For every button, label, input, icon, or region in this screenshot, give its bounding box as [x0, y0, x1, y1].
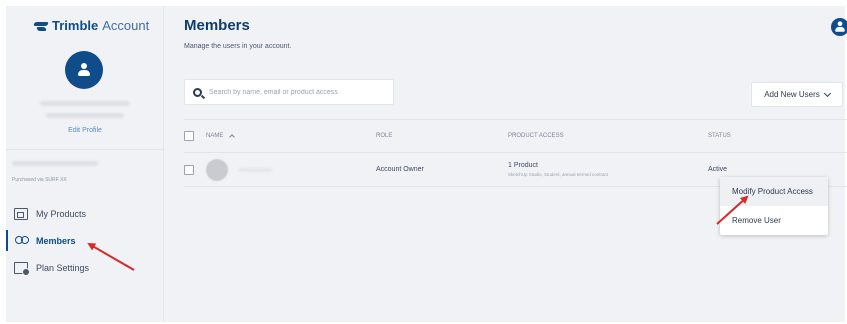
profile-avatar [65, 51, 103, 89]
blurred-user-email [46, 113, 124, 118]
row-checkbox[interactable] [184, 164, 194, 175]
add-new-users-button[interactable]: Add New Users [751, 82, 843, 107]
products-icon [14, 207, 28, 220]
product-detail: SketchUp Studio, Student, annual termed … [508, 172, 609, 177]
modify-product-access-menu-item[interactable]: Modify Product Access [720, 177, 828, 206]
member-role: Account Owner [376, 166, 424, 173]
trimble-logo-icon [34, 20, 48, 32]
main-content: Members Manage the users in your account… [164, 6, 847, 322]
column-header-status: STATUS [708, 133, 731, 139]
app-window: Trimble Account Edit Profile Purchased v… [6, 6, 847, 322]
user-icon [77, 63, 91, 77]
plan-settings-icon [14, 261, 30, 276]
blurred-account-name [12, 161, 98, 166]
blurred-user-name [40, 101, 130, 106]
page-title: Members [184, 17, 250, 34]
member-status: Active [708, 166, 728, 173]
chevron-down-icon [823, 89, 831, 97]
logo-product: Account [102, 18, 150, 33]
search-icon [193, 87, 202, 97]
members-icon [14, 235, 29, 247]
sort-ascending-icon[interactable] [229, 134, 236, 140]
member-avatar [206, 158, 228, 181]
logo-brand: Trimble [52, 18, 99, 33]
column-header-role: ROLE [376, 133, 393, 139]
sidebar-item-label: Plan Settings [36, 262, 90, 273]
column-header-product-access: PRODUCT ACCESS [508, 133, 564, 139]
sidebar-item-label: My Products [36, 208, 87, 219]
sidebar-item-my-products[interactable]: My Products [6, 200, 164, 227]
user-icon [834, 21, 845, 32]
sidebar-divider [6, 149, 164, 150]
row-context-menu: Modify Product Access Remove User [720, 177, 828, 235]
add-new-users-label: Add New Users [764, 90, 820, 99]
blurred-member-name [238, 167, 272, 172]
sidebar-item-members[interactable]: Members [6, 227, 164, 254]
page-subtitle: Manage the users in your account. [184, 43, 292, 50]
select-all-checkbox[interactable] [184, 131, 194, 141]
trimble-logo[interactable]: Trimble Account [34, 18, 149, 33]
product-count: 1 Product [508, 162, 538, 169]
member-product-access: 1 Product SketchUp Studio, Student, annu… [508, 162, 708, 177]
edit-profile-link[interactable]: Edit Profile [6, 127, 164, 134]
sidebar-item-label: Members [36, 235, 76, 246]
sidebar: Trimble Account Edit Profile Purchased v… [6, 6, 164, 322]
remove-user-menu-item[interactable]: Remove User [720, 206, 828, 235]
search-input[interactable] [209, 88, 379, 96]
purchased-via-text: Purchased via SURF XX [12, 177, 67, 183]
sidebar-nav: My Products Members Plan Settings [6, 200, 164, 281]
search-bar [184, 79, 394, 105]
column-header-name[interactable]: NAME [206, 133, 376, 140]
sidebar-item-plan-settings[interactable]: Plan Settings [6, 254, 164, 281]
table-header: NAME ROLE PRODUCT ACCESS STATUS [184, 119, 847, 153]
account-avatar-icon[interactable] [831, 18, 847, 36]
column-label: NAME [206, 133, 224, 139]
